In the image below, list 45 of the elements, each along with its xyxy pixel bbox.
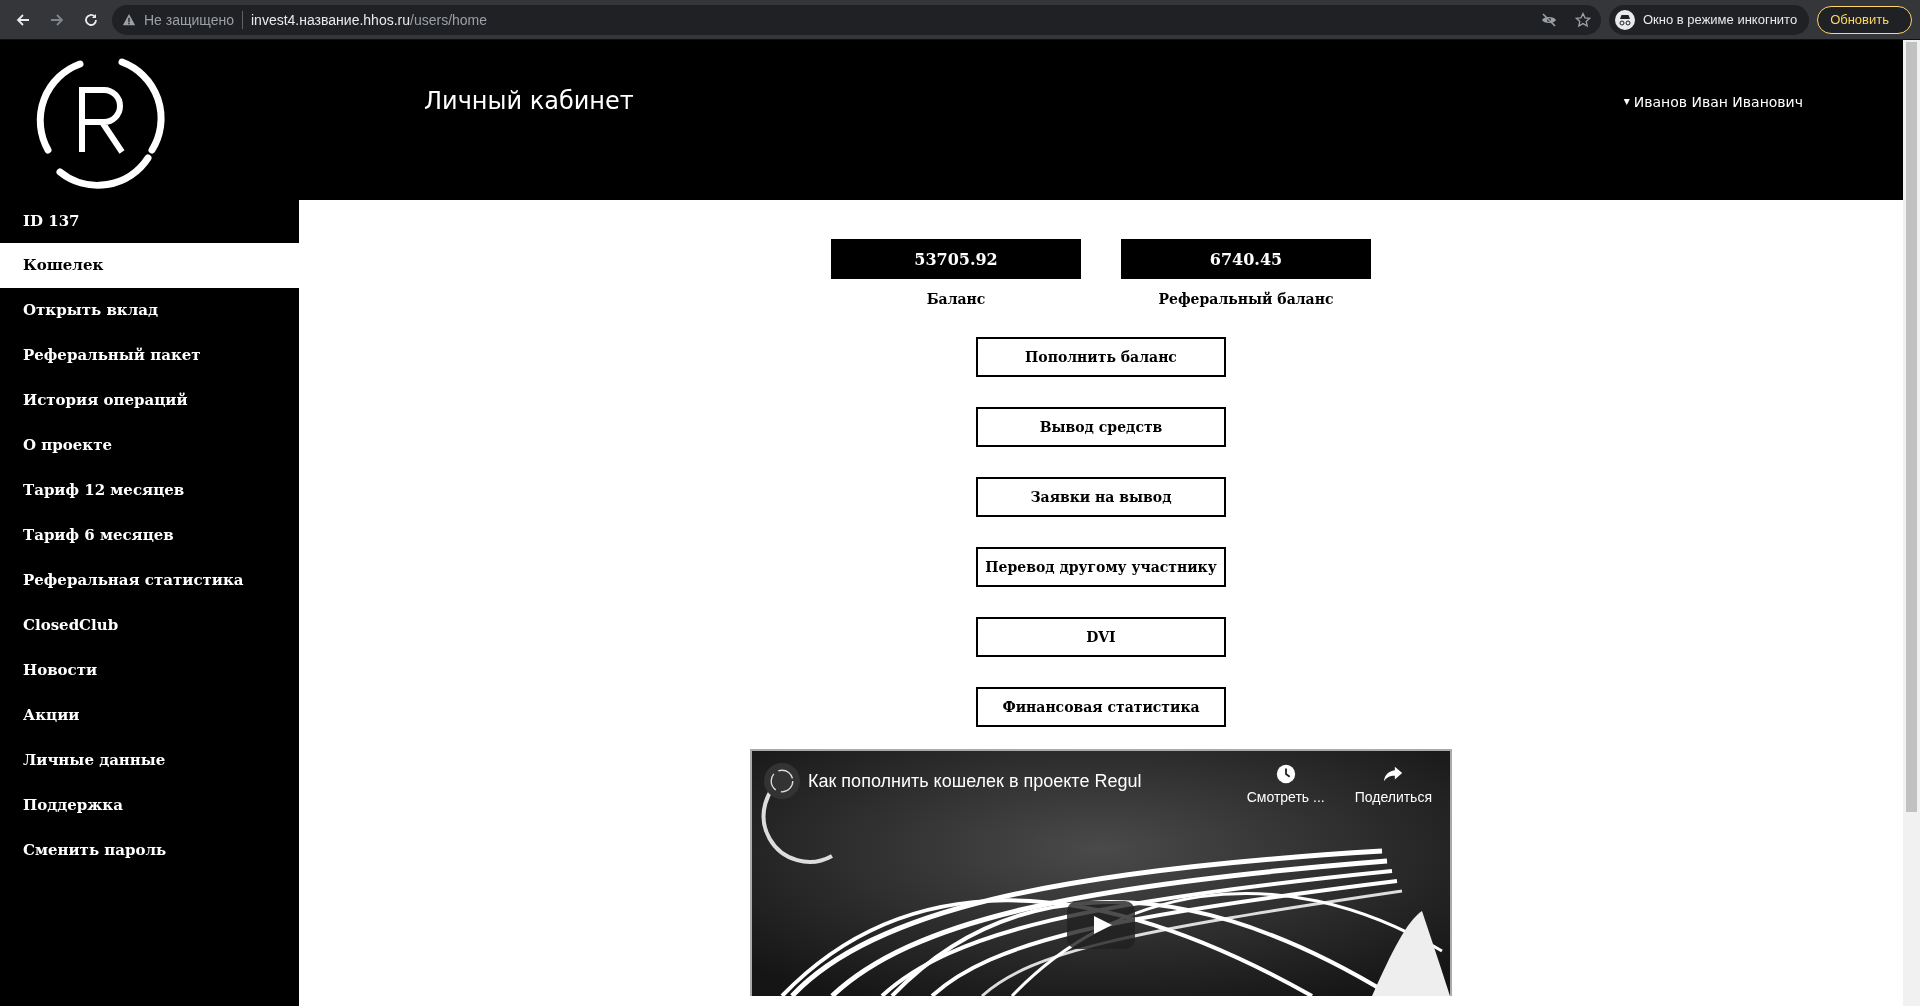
share-button[interactable]: Поделиться bbox=[1354, 763, 1432, 805]
action-button[interactable]: DVI bbox=[976, 617, 1226, 657]
eye-off-icon[interactable] bbox=[1541, 11, 1557, 28]
menu-item[interactable]: Тариф 6 месяцев bbox=[0, 513, 299, 558]
menu-item[interactable]: Поддержка bbox=[0, 783, 299, 828]
menu-item[interactable]: Реферальная статистика bbox=[0, 558, 299, 603]
scrollbar-thumb[interactable] bbox=[1906, 42, 1917, 812]
user-menu[interactable]: ▾ Иванов Иван Иванович bbox=[1623, 94, 1803, 110]
channel-avatar-icon[interactable] bbox=[764, 763, 800, 799]
menu-item[interactable]: Новости bbox=[0, 648, 299, 693]
menu-item[interactable]: ClosedClub bbox=[0, 603, 299, 648]
menu-item[interactable]: История операций bbox=[0, 378, 299, 423]
action-button[interactable]: Финансовая статистика bbox=[976, 687, 1226, 727]
watch-later-button[interactable]: Смотреть ... bbox=[1246, 763, 1325, 805]
menu-item[interactable]: Реферальный пакет bbox=[0, 333, 299, 378]
balance-value: 53705.92 bbox=[831, 239, 1081, 279]
balance-value: 6740.45 bbox=[1121, 239, 1371, 279]
star-icon[interactable] bbox=[1575, 11, 1591, 28]
action-button[interactable]: Заявки на вывод bbox=[976, 477, 1226, 517]
video-player[interactable]: Как пополнить кошелек в проекте Regul Смотреть ... Поделиться bbox=[750, 749, 1452, 996]
action-button[interactable]: Перевод другому участнику bbox=[976, 547, 1226, 587]
page-title: Личный кабинет bbox=[424, 87, 634, 115]
incognito-icon bbox=[1615, 9, 1635, 30]
incognito-badge[interactable]: Окно в режиме инкогнито bbox=[1609, 4, 1810, 35]
user-id: ID 137 bbox=[22, 211, 81, 232]
video-title[interactable]: Как пополнить кошелек в проекте Regul bbox=[808, 771, 1142, 792]
clock-icon bbox=[1274, 763, 1297, 785]
menu-item[interactable]: Акции bbox=[0, 693, 299, 738]
warning-icon bbox=[122, 12, 136, 27]
menu-item[interactable]: Тариф 12 месяцев bbox=[0, 468, 299, 513]
balance-label: Баланс bbox=[926, 291, 986, 307]
url-text: invest4.название.hhos.ru/users/home bbox=[251, 11, 488, 28]
scrollbar[interactable] bbox=[1903, 40, 1920, 1006]
menu-item[interactable]: Кошелек bbox=[0, 243, 299, 288]
menu-item[interactable]: Открыть вклад bbox=[0, 288, 299, 333]
update-button[interactable]: Обновить bbox=[1817, 5, 1912, 34]
menu-item[interactable]: О проекте bbox=[0, 423, 299, 468]
action-button[interactable]: Пополнить баланс bbox=[976, 337, 1226, 377]
play-button-icon[interactable] bbox=[1067, 901, 1135, 949]
action-button[interactable]: Вывод средств bbox=[976, 407, 1226, 447]
menu-item[interactable]: Личные данные bbox=[0, 738, 299, 783]
menu-item[interactable]: Сменить пароль bbox=[0, 828, 299, 873]
security-label: Не защищено bbox=[144, 11, 234, 28]
balance-label: Реферальный баланс bbox=[1158, 291, 1334, 307]
address-bar[interactable]: Не защищено invest4.название.hhos.ru/users/home bbox=[112, 4, 1601, 35]
